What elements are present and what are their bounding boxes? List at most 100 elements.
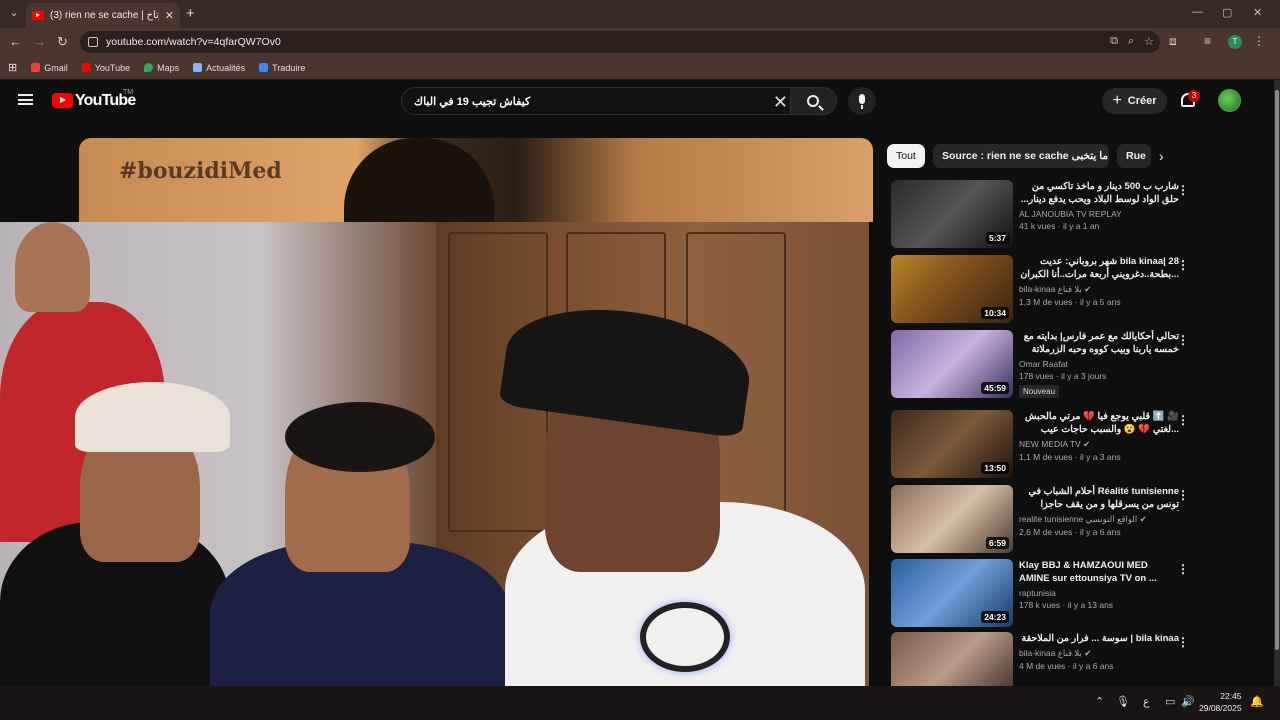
language-indicator[interactable]: ع	[1143, 695, 1150, 708]
video-thumbnail[interactable]	[891, 632, 1013, 686]
chips-next-chevron-icon[interactable]: ›	[1159, 148, 1164, 164]
video-title[interactable]: 🎥 ⬆️ قلبي يوجع فيا 💔 مرتي مالحبش ...لغتي…	[1019, 410, 1179, 436]
bookmark-gmail[interactable]: Gmail	[31, 63, 68, 73]
more-actions-icon[interactable]: ⋮	[1177, 258, 1189, 272]
cast-icon[interactable]: ⧉	[1110, 35, 1118, 48]
back-icon[interactable]: ←	[9, 34, 22, 49]
view-count: 1,3 M de vues	[1019, 297, 1073, 307]
browser-toolbar: ← → ↻ youtube.com/watch?v=4qfarQW7Ov0 ⧉ …	[0, 28, 1280, 56]
bookmark-maps[interactable]: Maps	[144, 63, 179, 73]
view-count: 1,1 M de vues	[1019, 452, 1073, 462]
clear-search-icon[interactable]: ✕	[773, 92, 788, 113]
video-stats: 1,3 M de vues · il y a 5 ans	[1019, 297, 1121, 307]
related-video[interactable]: 13:50 🎥 ⬆️ قلبي يوجع فيا 💔 مرتي مالحبش .…	[891, 410, 1271, 480]
apps-grid-icon[interactable]: ⊞	[8, 61, 17, 74]
browser-menu-icon[interactable]: ⋮	[1253, 34, 1265, 48]
video-title[interactable]: شارب ب 500 دينار و ماخذ تاكسي من حلق الو…	[1019, 180, 1179, 206]
video-title[interactable]: Klay BBJ & HAMZAOUI MED AMINE sur ettoun…	[1019, 559, 1179, 585]
more-actions-icon[interactable]: ⋮	[1177, 488, 1189, 502]
create-button[interactable]: + Créer	[1102, 88, 1167, 114]
news-icon	[193, 63, 203, 72]
extensions-icon[interactable]: ⧈	[1169, 34, 1177, 49]
video-player[interactable]: #bouzidiMed	[79, 138, 873, 222]
account-avatar[interactable]	[1218, 89, 1241, 112]
tab-search-icon[interactable]: ⌄	[6, 5, 22, 21]
tab-close-icon[interactable]: ✕	[165, 9, 174, 22]
notification-center-icon[interactable]: 🔔	[1250, 695, 1264, 708]
bookmark-star-icon[interactable]: ☆	[1144, 35, 1154, 48]
bookmark-label: Traduire	[272, 62, 306, 73]
reload-icon[interactable]: ↻	[57, 34, 68, 50]
close-window-icon[interactable]: ✕	[1253, 6, 1262, 19]
video-title[interactable]: bila kinaa | سوسة ... فرار من الملاحقة	[1019, 632, 1179, 645]
headphones	[640, 602, 730, 672]
bookmark-traduire[interactable]: Traduire	[259, 63, 305, 73]
channel-name[interactable]: bila-kinaa بلا قناع ✔	[1019, 648, 1179, 659]
video-thumbnail[interactable]: 13:50	[891, 410, 1013, 478]
microphone-icon[interactable]: 🎙	[1116, 695, 1130, 708]
video-thumbnail[interactable]: 24:23	[891, 559, 1013, 627]
volume-icon[interactable]: 🔊	[1181, 695, 1195, 708]
video-title[interactable]: Réalité tunisienne أحلام الشباب في تونس …	[1019, 485, 1179, 511]
youtube-icon	[81, 63, 91, 72]
page-scrollbar[interactable]	[1274, 80, 1280, 686]
channel-name[interactable]: realite tunisienne الواقع التونسي ✔	[1019, 514, 1179, 525]
site-info-icon[interactable]	[88, 37, 98, 47]
gmail-icon	[31, 63, 41, 72]
video-thumbnail[interactable]: 6:59	[891, 485, 1013, 553]
more-actions-icon[interactable]: ⋮	[1177, 635, 1189, 649]
channel-label: realite tunisienne الواقع التونسي	[1019, 514, 1138, 524]
video-duration: 24:23	[981, 611, 1009, 623]
more-actions-icon[interactable]: ⋮	[1177, 333, 1189, 347]
chip-rue[interactable]: Rue	[1117, 144, 1151, 168]
channel-name[interactable]: AL JANOUBIA TV REPLAY	[1019, 209, 1179, 219]
guide-menu-icon[interactable]	[18, 94, 33, 105]
search-input[interactable]: كيفاش تجيب 19 في الباك ✕	[401, 87, 797, 115]
maps-icon	[144, 63, 154, 72]
channel-name[interactable]: Omar Raafat	[1019, 359, 1179, 369]
channel-name[interactable]: NEW MEDIA TV ✔	[1019, 439, 1179, 450]
related-video[interactable]: 6:59 Réalité tunisienne أحلام الشباب في …	[891, 485, 1271, 555]
upload-age: il y a 6 ans	[1079, 527, 1121, 537]
profile-avatar[interactable]: T	[1228, 35, 1242, 49]
maximize-icon[interactable]: ▢	[1222, 6, 1232, 19]
more-actions-icon[interactable]: ⋮	[1177, 183, 1189, 197]
chip-source[interactable]: Source : rien ne se cache شي ما يتخبى	[933, 144, 1109, 168]
address-bar[interactable]: youtube.com/watch?v=4qfarQW7Ov0 ⧉ ⌕ ☆	[80, 31, 1160, 53]
scrollbar-thumb[interactable]	[1275, 90, 1279, 650]
reading-list-icon[interactable]: ≡	[1204, 34, 1211, 48]
related-video[interactable]: bila kinaa | سوسة ... فرار من الملاحقة b…	[891, 632, 1271, 686]
video-title[interactable]: bila kinaa| 28 شهر بروباني: عديت ...بطحة…	[1019, 255, 1179, 281]
more-actions-icon[interactable]: ⋮	[1177, 562, 1189, 576]
more-actions-icon[interactable]: ⋮	[1177, 413, 1189, 427]
chip-tout[interactable]: Tout	[887, 144, 925, 168]
related-video[interactable]: 45:59 تحالي أحكايالك مع عمر فارس| بدايته…	[891, 330, 1271, 400]
video-title[interactable]: تحالي أحكايالك مع عمر فارس| بدايته مع خم…	[1019, 330, 1179, 356]
tray-chevron-icon[interactable]: ⌃	[1095, 695, 1104, 708]
voice-search-icon[interactable]	[848, 87, 876, 115]
channel-name[interactable]: raptunisia	[1019, 588, 1179, 598]
display-icon[interactable]: ▭	[1165, 695, 1175, 708]
view-count: 2,6 M de vues	[1019, 527, 1073, 537]
browser-tab[interactable]: (3) rien ne se cache | ولد الفاضل - المح…	[26, 3, 180, 28]
zoom-icon[interactable]: ⌕	[1128, 35, 1134, 48]
new-tab-button[interactable]: +	[186, 5, 195, 22]
related-video[interactable]: 5:37 شارب ب 500 دينار و ماخذ تاكسي من حل…	[891, 180, 1271, 250]
logo-trademark: TM	[123, 89, 134, 96]
minimize-icon[interactable]: —	[1192, 6, 1203, 18]
verified-icon: ✔	[1084, 284, 1092, 294]
related-video[interactable]: 10:34 bila kinaa| 28 شهر بروباني: عديت .…	[891, 255, 1271, 325]
bookmark-actualites[interactable]: Actualités	[193, 63, 245, 73]
video-frame[interactable]	[0, 222, 869, 686]
forward-icon[interactable]: →	[33, 34, 46, 49]
video-thumbnail[interactable]: 45:59	[891, 330, 1013, 398]
youtube-logo-icon[interactable]	[52, 93, 73, 108]
video-stats: 41 k vues · il y a 1 an	[1019, 221, 1100, 231]
search-button[interactable]	[790, 87, 837, 115]
system-clock[interactable]: 22:45 29/08/2025	[1199, 690, 1242, 714]
bookmark-youtube[interactable]: YouTube	[81, 63, 130, 73]
video-thumbnail[interactable]: 10:34	[891, 255, 1013, 323]
video-thumbnail[interactable]: 5:37	[891, 180, 1013, 248]
channel-name[interactable]: bila-kinaa بلا قناع ✔	[1019, 284, 1179, 295]
related-video[interactable]: 24:23 Klay BBJ & HAMZAOUI MED AMINE sur …	[891, 559, 1271, 629]
